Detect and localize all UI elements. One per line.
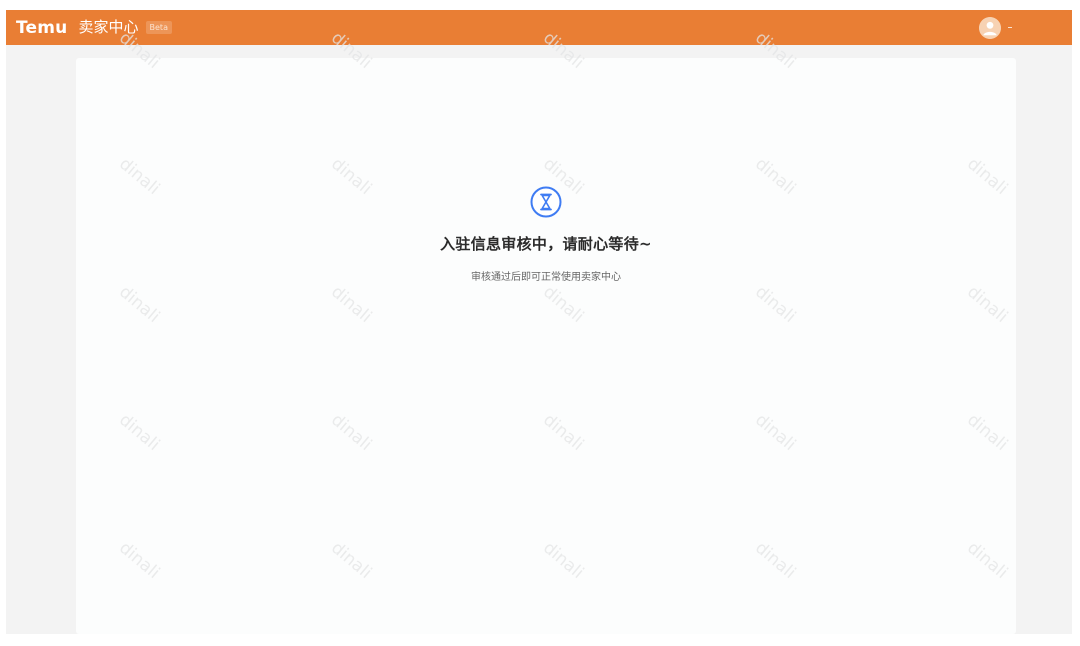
review-status-panel: 入驻信息审核中，请耐心等待~ 审核通过后即可正常使用卖家中心 <box>76 186 1016 283</box>
user-avatar-icon[interactable] <box>979 16 1001 39</box>
seller-center-title: 卖家中心 <box>78 18 139 36</box>
review-status-description: 审核通过后即可正常使用卖家中心 <box>471 272 621 283</box>
user-menu[interactable] <box>979 10 1012 45</box>
top-header: Temu 卖家中心 Beta <box>6 10 1072 45</box>
review-status-title: 入驻信息审核中，请耐心等待~ <box>440 235 652 253</box>
main-content-card: 入驻信息审核中，请耐心等待~ 审核通过后即可正常使用卖家中心 <box>76 58 1016 634</box>
user-caret-icon[interactable] <box>1008 27 1012 28</box>
beta-badge: Beta <box>145 21 172 34</box>
hourglass-icon <box>530 186 562 218</box>
temu-logo[interactable]: Temu <box>16 18 68 38</box>
app-window: Temu 卖家中心 Beta 入驻信息审核中，请耐心等待~ 审核通过后即可正常使… <box>6 10 1072 634</box>
